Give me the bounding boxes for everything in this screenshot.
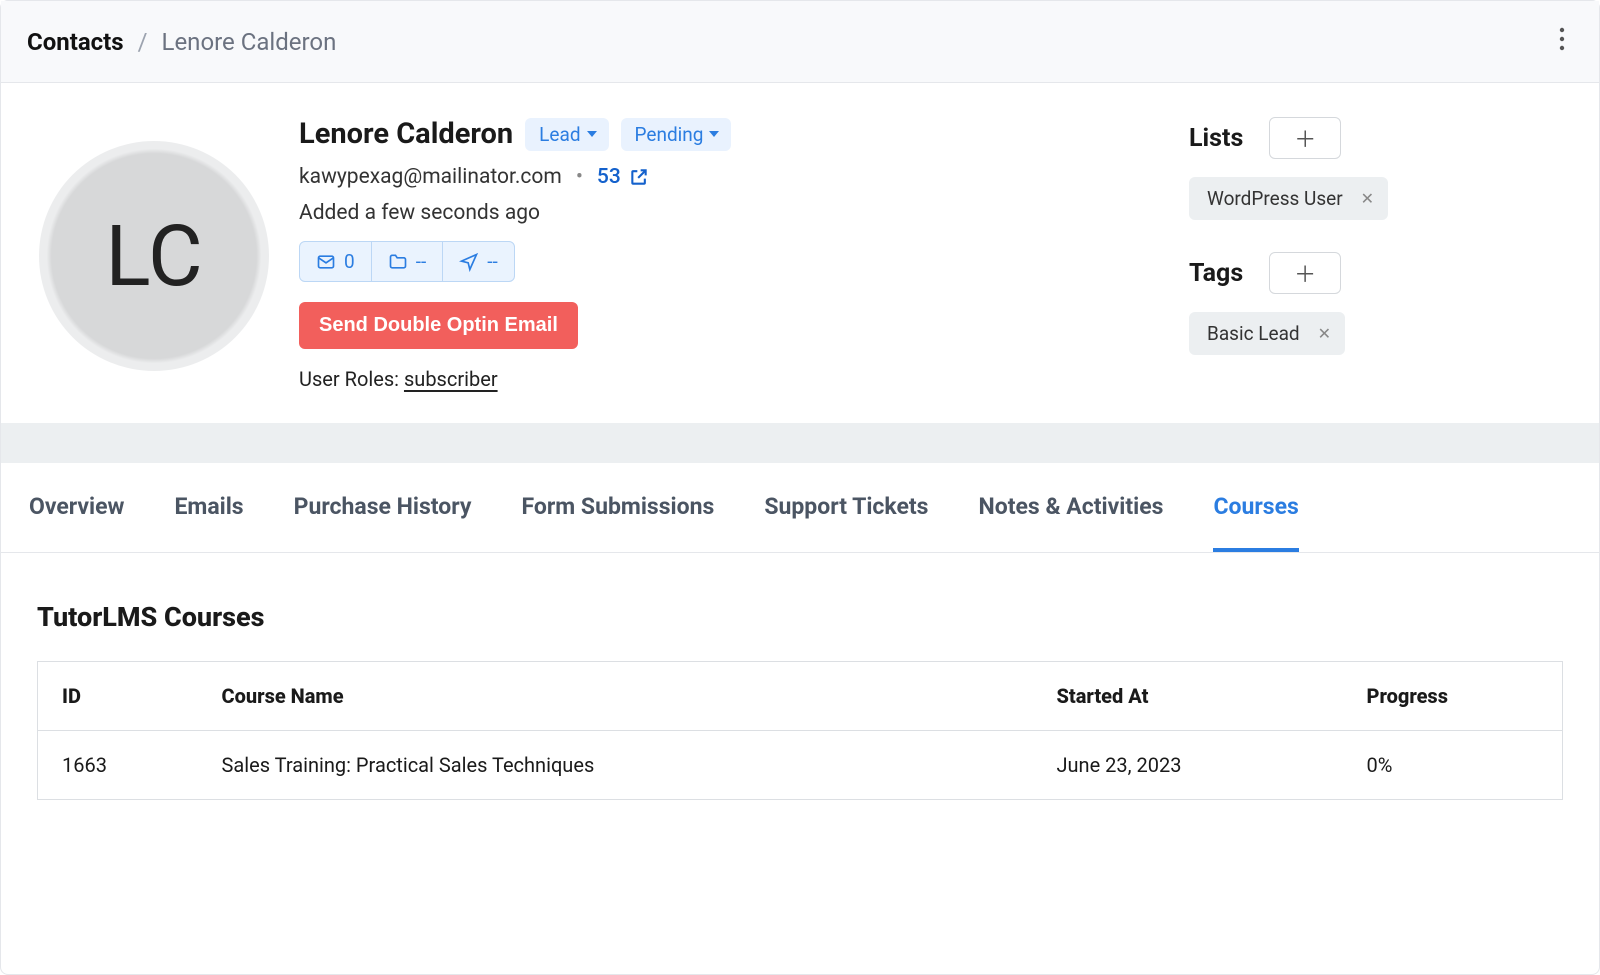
breadcrumb-current: Lenore Calderon — [162, 28, 337, 56]
optin-status-label: Pending — [635, 123, 704, 146]
stat-send[interactable]: -- — [443, 242, 514, 281]
list-pill: WordPress User ✕ — [1189, 177, 1388, 220]
tab-purchase-history[interactable]: Purchase History — [294, 463, 472, 552]
stat-send-value: -- — [487, 250, 498, 273]
engagement-stats: 0 -- -- — [299, 241, 515, 282]
breadcrumb-separator: / — [138, 28, 148, 56]
contact-name: Lenore Calderon — [299, 117, 513, 151]
remove-tag-button[interactable]: ✕ — [1318, 324, 1331, 343]
header: Contacts / Lenore Calderon — [1, 1, 1599, 83]
section-divider — [1, 423, 1599, 463]
external-link-icon — [629, 167, 649, 187]
tags-panel: Tags ＋ Basic Lead ✕ — [1189, 252, 1579, 355]
contact-id-link[interactable]: 53 — [597, 165, 649, 189]
col-started-at: Started At — [1033, 662, 1343, 731]
plus-icon: ＋ — [1294, 257, 1316, 289]
col-progress: Progress — [1343, 662, 1563, 731]
send-double-optin-button[interactable]: Send Double Optin Email — [299, 302, 578, 349]
mail-icon — [316, 252, 336, 272]
cell-progress: 0% — [1343, 731, 1563, 800]
col-id: ID — [38, 662, 198, 731]
col-course-name: Course Name — [198, 662, 1033, 731]
optin-status-dropdown[interactable]: Pending — [621, 118, 732, 151]
cell-course-name: Sales Training: Practical Sales Techniqu… — [198, 731, 1033, 800]
kebab-icon — [1559, 27, 1565, 51]
cell-started-at: June 23, 2023 — [1033, 731, 1343, 800]
table-row: 1663 Sales Training: Practical Sales Tec… — [38, 731, 1563, 800]
avatar: LC — [39, 141, 269, 371]
tab-emails[interactable]: Emails — [174, 463, 243, 552]
courses-table: ID Course Name Started At Progress 1663 … — [37, 661, 1563, 800]
separator-dot: • — [576, 165, 583, 189]
tag-pill: Basic Lead ✕ — [1189, 312, 1345, 355]
stat-emails-value: 0 — [344, 250, 355, 273]
contact-id: 53 — [597, 165, 621, 189]
contact-summary: LC Lenore Calderon Lead Pending kawypexa… — [1, 83, 1599, 423]
lists-panel: Lists ＋ WordPress User ✕ — [1189, 117, 1579, 220]
tags-heading: Tags — [1189, 259, 1243, 288]
lists-heading: Lists — [1189, 124, 1243, 153]
remove-list-button[interactable]: ✕ — [1361, 189, 1374, 208]
stat-folder-value: -- — [416, 250, 427, 273]
tab-notes-activities[interactable]: Notes & Activities — [979, 463, 1164, 552]
tab-content: TutorLMS Courses ID Course Name Started … — [1, 553, 1599, 848]
breadcrumb-root[interactable]: Contacts — [27, 28, 124, 56]
user-roles: User Roles: subscriber — [299, 367, 1119, 391]
added-timestamp: Added a few seconds ago — [299, 201, 1119, 225]
more-options-button[interactable] — [1551, 23, 1573, 60]
contact-details: Lenore Calderon Lead Pending kawypexag@m… — [299, 111, 1119, 391]
tab-form-submissions[interactable]: Form Submissions — [521, 463, 714, 552]
stat-folder[interactable]: -- — [372, 242, 444, 281]
tab-courses[interactable]: Courses — [1213, 463, 1298, 552]
tab-overview[interactable]: Overview — [29, 463, 124, 552]
side-panels: Lists ＋ WordPress User ✕ Tags ＋ Basic Le… — [1149, 111, 1579, 391]
user-role-link[interactable]: subscriber — [404, 367, 498, 391]
stat-emails[interactable]: 0 — [300, 242, 372, 281]
lead-status-dropdown[interactable]: Lead — [525, 118, 608, 151]
table-header-row: ID Course Name Started At Progress — [38, 662, 1563, 731]
folder-icon — [388, 252, 408, 272]
lead-status-label: Lead — [539, 123, 580, 146]
cell-id: 1663 — [38, 731, 198, 800]
contact-email: kawypexag@mailinator.com — [299, 165, 562, 189]
user-roles-label: User Roles: — [299, 367, 404, 391]
add-tag-button[interactable]: ＋ — [1269, 252, 1341, 294]
send-icon — [459, 252, 479, 272]
courses-section-title: TutorLMS Courses — [37, 601, 1563, 633]
plus-icon: ＋ — [1294, 122, 1316, 154]
add-list-button[interactable]: ＋ — [1269, 117, 1341, 159]
tag-name: Basic Lead — [1207, 322, 1300, 345]
chevron-down-icon — [587, 131, 597, 137]
tab-support-tickets[interactable]: Support Tickets — [764, 463, 928, 552]
breadcrumb: Contacts / Lenore Calderon — [27, 28, 336, 56]
chevron-down-icon — [709, 131, 719, 137]
list-name: WordPress User — [1207, 187, 1343, 210]
tabs-bar: Overview Emails Purchase History Form Su… — [1, 463, 1599, 553]
